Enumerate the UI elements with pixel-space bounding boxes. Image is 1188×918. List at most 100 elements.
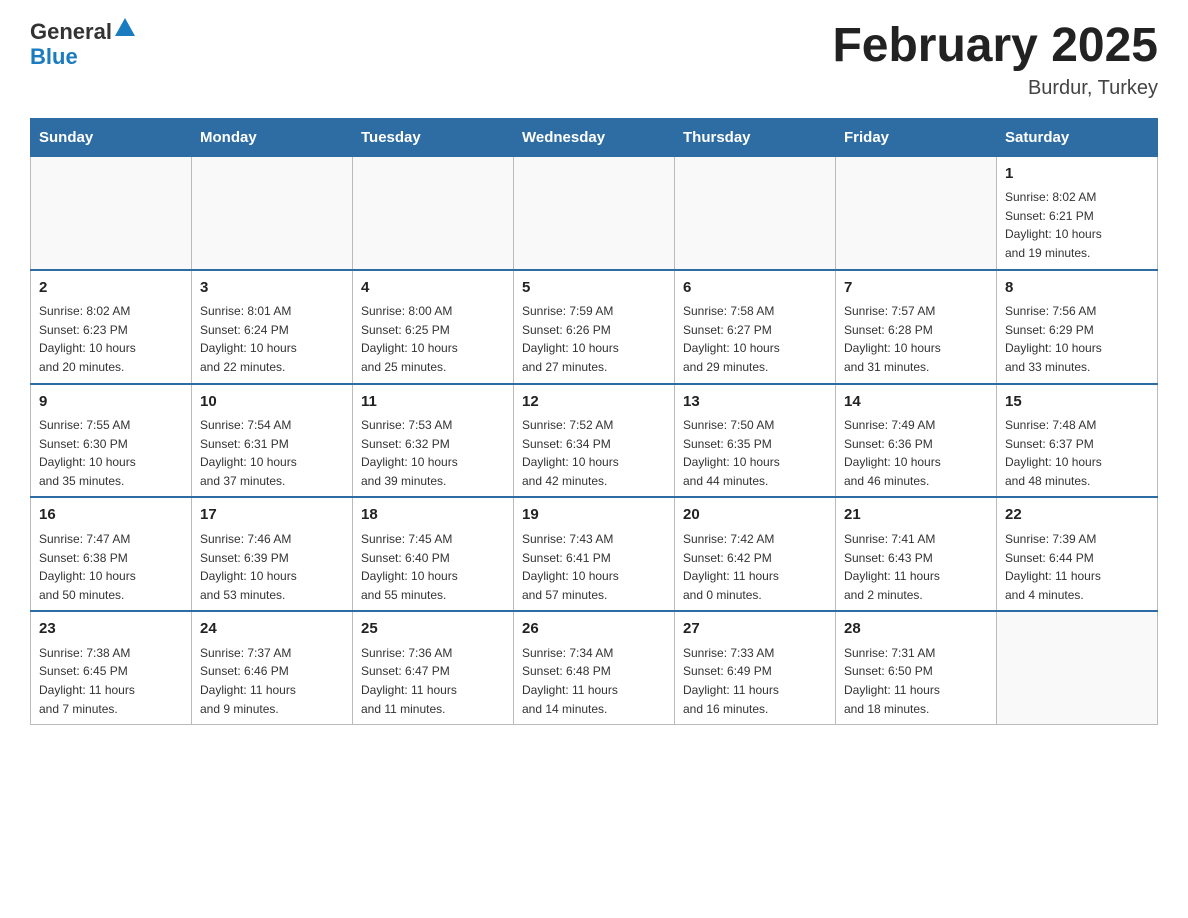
calendar-cell: 1Sunrise: 8:02 AMSunset: 6:21 PMDaylight… [997, 156, 1158, 269]
calendar-cell: 10Sunrise: 7:54 AMSunset: 6:31 PMDayligh… [192, 384, 353, 498]
calendar-week-row-1: 1Sunrise: 8:02 AMSunset: 6:21 PMDaylight… [31, 156, 1158, 269]
day-number: 22 [1005, 504, 1149, 527]
day-number: 20 [683, 504, 827, 527]
logo-triangle-icon [115, 18, 135, 38]
weekday-header-row: SundayMondayTuesdayWednesdayThursdayFrid… [31, 118, 1158, 156]
day-number: 5 [522, 277, 666, 300]
calendar-week-row-4: 16Sunrise: 7:47 AMSunset: 6:38 PMDayligh… [31, 497, 1158, 611]
day-number: 23 [39, 618, 183, 641]
day-info: Sunrise: 7:49 AMSunset: 6:36 PMDaylight:… [844, 416, 988, 490]
day-number: 21 [844, 504, 988, 527]
day-number: 15 [1005, 391, 1149, 414]
calendar-cell: 28 Sunrise: 7:31 AMSunset: 6:50 PMDayligh… [836, 611, 997, 724]
day-info: Sunrise: 7:53 AMSunset: 6:32 PMDaylight:… [361, 416, 505, 490]
day-info: Sunrise: 7:42 AMSunset: 6:42 PMDaylight:… [683, 530, 827, 604]
location-text: Burdur, Turkey [832, 77, 1158, 100]
calendar-cell: 23 Sunrise: 7:38 AMSunset: 6:45 PMDayligh… [31, 611, 192, 724]
day-info: Sunrise: 7:59 AMSunset: 6:26 PMDaylight:… [522, 302, 666, 376]
calendar-cell: 16Sunrise: 7:47 AMSunset: 6:38 PMDayligh… [31, 497, 192, 611]
day-info: Sunrise: 7:34 AMSunset: 6:48 PMDaylight:… [522, 644, 666, 718]
day-info: Sunrise: 7:31 AMSunset: 6:50 PMDaylight:… [844, 644, 988, 718]
calendar-cell: 5Sunrise: 7:59 AMSunset: 6:26 PMDaylight… [514, 270, 675, 384]
day-number: 13 [683, 391, 827, 414]
logo: General Blue [30, 20, 135, 69]
day-info: Sunrise: 7:50 AMSunset: 6:35 PMDaylight:… [683, 416, 827, 490]
weekday-header-wednesday: Wednesday [514, 118, 675, 156]
calendar-cell [353, 156, 514, 269]
day-number: 1 [1005, 163, 1149, 186]
calendar-cell: 20 Sunrise: 7:42 AMSunset: 6:42 PMDayligh… [675, 497, 836, 611]
day-info: Sunrise: 7:36 AMSunset: 6:47 PMDaylight:… [361, 644, 505, 718]
calendar-cell: 21 Sunrise: 7:41 AMSunset: 6:43 PMDayligh… [836, 497, 997, 611]
calendar-cell [514, 156, 675, 269]
calendar-cell: 3Sunrise: 8:01 AMSunset: 6:24 PMDaylight… [192, 270, 353, 384]
calendar-cell: 26Sunrise: 7:34 AMSunset: 6:48 PMDayligh… [514, 611, 675, 724]
day-number: 6 [683, 277, 827, 300]
day-number: 12 [522, 391, 666, 414]
day-number: 9 [39, 391, 183, 414]
day-info: Sunrise: 7:46 AMSunset: 6:39 PMDaylight:… [200, 530, 344, 604]
calendar-cell: 25 Sunrise: 7:36 AMSunset: 6:47 PMDayligh… [353, 611, 514, 724]
day-info: Sunrise: 7:45 AMSunset: 6:40 PMDaylight:… [361, 530, 505, 604]
calendar-cell: 27Sunrise: 7:33 AMSunset: 6:49 PMDayligh… [675, 611, 836, 724]
calendar-cell: 22 Sunrise: 7:39 AMSunset: 6:44 PMDayligh… [997, 497, 1158, 611]
day-info: Sunrise: 7:55 AMSunset: 6:30 PMDaylight:… [39, 416, 183, 490]
day-info: Sunrise: 7:38 AMSunset: 6:45 PMDaylight:… [39, 644, 183, 718]
day-number: 4 [361, 277, 505, 300]
day-number: 8 [1005, 277, 1149, 300]
title-area: February 2025 Burdur, Turkey [832, 20, 1158, 100]
calendar-cell: 14Sunrise: 7:49 AMSunset: 6:36 PMDayligh… [836, 384, 997, 498]
calendar-week-row-5: 23 Sunrise: 7:38 AMSunset: 6:45 PMDayligh… [31, 611, 1158, 724]
calendar-cell: 7Sunrise: 7:57 AMSunset: 6:28 PMDaylight… [836, 270, 997, 384]
day-info: Sunrise: 7:57 AMSunset: 6:28 PMDaylight:… [844, 302, 988, 376]
day-number: 25 [361, 618, 505, 641]
day-number: 28 [844, 618, 988, 641]
weekday-header-tuesday: Tuesday [353, 118, 514, 156]
calendar-cell: 12Sunrise: 7:52 AMSunset: 6:34 PMDayligh… [514, 384, 675, 498]
weekday-header-thursday: Thursday [675, 118, 836, 156]
day-number: 3 [200, 277, 344, 300]
day-number: 2 [39, 277, 183, 300]
calendar-cell: 15Sunrise: 7:48 AMSunset: 6:37 PMDayligh… [997, 384, 1158, 498]
day-info: Sunrise: 7:47 AMSunset: 6:38 PMDaylight:… [39, 530, 183, 604]
calendar-cell: 24 Sunrise: 7:37 AMSunset: 6:46 PMDayligh… [192, 611, 353, 724]
calendar-cell: 18 Sunrise: 7:45 AMSunset: 6:40 PMDayligh… [353, 497, 514, 611]
day-number: 11 [361, 391, 505, 414]
calendar-cell: 6Sunrise: 7:58 AMSunset: 6:27 PMDaylight… [675, 270, 836, 384]
calendar-cell [836, 156, 997, 269]
day-info: Sunrise: 7:52 AMSunset: 6:34 PMDaylight:… [522, 416, 666, 490]
calendar-cell [192, 156, 353, 269]
weekday-header-monday: Monday [192, 118, 353, 156]
weekday-header-friday: Friday [836, 118, 997, 156]
day-number: 10 [200, 391, 344, 414]
day-number: 18 [361, 504, 505, 527]
calendar-week-row-3: 9Sunrise: 7:55 AMSunset: 6:30 PMDaylight… [31, 384, 1158, 498]
day-info: Sunrise: 7:39 AMSunset: 6:44 PMDaylight:… [1005, 530, 1149, 604]
logo-general-text: General [30, 20, 112, 44]
calendar-cell: 17 Sunrise: 7:46 AMSunset: 6:39 PMDayligh… [192, 497, 353, 611]
day-number: 24 [200, 618, 344, 641]
month-title: February 2025 [832, 20, 1158, 73]
day-info: Sunrise: 7:58 AMSunset: 6:27 PMDaylight:… [683, 302, 827, 376]
weekday-header-sunday: Sunday [31, 118, 192, 156]
calendar-cell: 8Sunrise: 7:56 AMSunset: 6:29 PMDaylight… [997, 270, 1158, 384]
day-info: Sunrise: 7:37 AMSunset: 6:46 PMDaylight:… [200, 644, 344, 718]
day-number: 17 [200, 504, 344, 527]
day-info: Sunrise: 8:02 AMSunset: 6:21 PMDaylight:… [1005, 188, 1149, 262]
day-number: 19 [522, 504, 666, 527]
calendar-week-row-2: 2Sunrise: 8:02 AMSunset: 6:23 PMDaylight… [31, 270, 1158, 384]
day-info: Sunrise: 7:33 AMSunset: 6:49 PMDaylight:… [683, 644, 827, 718]
day-info: Sunrise: 8:01 AMSunset: 6:24 PMDaylight:… [200, 302, 344, 376]
calendar-cell: 11Sunrise: 7:53 AMSunset: 6:32 PMDayligh… [353, 384, 514, 498]
day-info: Sunrise: 7:54 AMSunset: 6:31 PMDaylight:… [200, 416, 344, 490]
calendar-cell [675, 156, 836, 269]
day-info: Sunrise: 7:41 AMSunset: 6:43 PMDaylight:… [844, 530, 988, 604]
calendar-cell: 19Sunrise: 7:43 AMSunset: 6:41 PMDayligh… [514, 497, 675, 611]
calendar-cell: 9Sunrise: 7:55 AMSunset: 6:30 PMDaylight… [31, 384, 192, 498]
day-info: Sunrise: 8:00 AMSunset: 6:25 PMDaylight:… [361, 302, 505, 376]
calendar-cell: 4Sunrise: 8:00 AMSunset: 6:25 PMDaylight… [353, 270, 514, 384]
page-header: General Blue February 2025 Burdur, Turke… [30, 20, 1158, 100]
day-info: Sunrise: 8:02 AMSunset: 6:23 PMDaylight:… [39, 302, 183, 376]
day-info: Sunrise: 7:48 AMSunset: 6:37 PMDaylight:… [1005, 416, 1149, 490]
calendar-table: SundayMondayTuesdayWednesdayThursdayFrid… [30, 118, 1158, 725]
